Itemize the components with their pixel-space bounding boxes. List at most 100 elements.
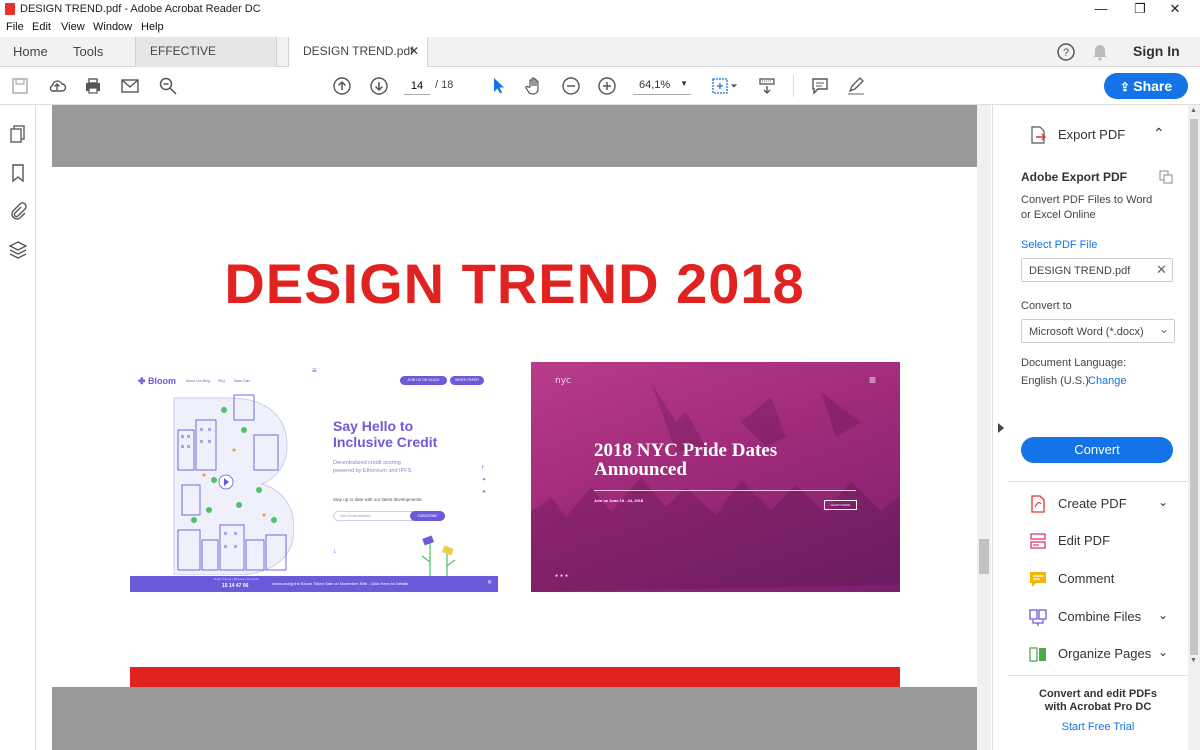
page-number-input[interactable] bbox=[404, 77, 430, 95]
close-tab-icon[interactable]: ✕ bbox=[409, 37, 419, 66]
fit-dropdown-arrow-icon[interactable] bbox=[728, 75, 740, 97]
selected-file-field[interactable]: DESIGN TREND.pdf ✕ bbox=[1021, 258, 1173, 282]
scrollbar-thumb[interactable] bbox=[1190, 119, 1198, 655]
email-icon[interactable] bbox=[119, 75, 141, 97]
scroll-up-arrow-icon[interactable]: ▲ bbox=[1190, 107, 1197, 114]
promo-line1: Convert and edit PDFs bbox=[1039, 688, 1157, 700]
bloom-nav-item: About Our Blog bbox=[186, 379, 210, 383]
menu-edit[interactable]: Edit bbox=[32, 21, 51, 33]
nyc-title-line1: 2018 NYC Pride Dates bbox=[594, 440, 778, 461]
nyc-subtitle: Join us June 15 - 24, 2018 bbox=[594, 498, 644, 503]
convert-button[interactable]: Convert bbox=[1021, 437, 1173, 463]
bloom-city-illustration bbox=[173, 394, 294, 575]
document-language-value: English (U.S.) bbox=[1021, 375, 1089, 387]
right-panel-toggle[interactable] bbox=[992, 105, 1008, 750]
comment-icon[interactable] bbox=[809, 75, 831, 97]
bloom-close-icon: ✕ bbox=[487, 580, 493, 586]
clear-file-icon[interactable]: ✕ bbox=[1156, 263, 1167, 277]
edit-pdf-icon bbox=[1030, 533, 1046, 549]
tab-home[interactable]: Home bbox=[13, 37, 48, 67]
export-pdf-icon bbox=[1031, 126, 1046, 144]
scrollbar-thumb[interactable] bbox=[979, 539, 989, 574]
hand-tool-icon[interactable] bbox=[523, 75, 545, 97]
zoom-level-dropdown[interactable]: 64,1% ▼ bbox=[633, 77, 691, 95]
tool-label: Comment bbox=[1058, 571, 1115, 586]
close-window-button[interactable]: ✕ bbox=[1160, 1, 1190, 17]
bloom-website-screenshot: ✤ Bloom About Our Blog FAQ Token Sale ≡ … bbox=[130, 362, 498, 592]
organize-pages-icon bbox=[1029, 647, 1046, 662]
export-pdf-header[interactable]: Export PDF bbox=[1058, 128, 1125, 142]
bookmark-icon[interactable] bbox=[8, 163, 28, 183]
page-gap-top bbox=[52, 105, 977, 167]
attachment-icon[interactable] bbox=[8, 201, 28, 221]
chevron-down-icon[interactable]: ⌄ bbox=[1158, 495, 1168, 509]
format-select[interactable]: Microsoft Word (*.docx) ⌄ bbox=[1021, 319, 1175, 343]
scroll-down-arrow-icon[interactable]: ▼ bbox=[1190, 657, 1197, 664]
layers-icon[interactable] bbox=[8, 240, 28, 260]
save-icon[interactable] bbox=[9, 75, 31, 97]
change-language-link[interactable]: Change bbox=[1088, 374, 1127, 388]
page-thumbnails-icon[interactable] bbox=[8, 124, 28, 144]
tool-comment[interactable]: Comment bbox=[1028, 566, 1188, 592]
chevron-down-icon[interactable]: ⌄ bbox=[1158, 645, 1168, 659]
bloom-subscribe-button: SUBSCRIBE bbox=[410, 511, 445, 521]
bloom-nav-item: Token Sale bbox=[232, 379, 251, 383]
tool-create-pdf[interactable]: Create PDF ⌄ bbox=[1028, 491, 1188, 517]
bloom-logo-icon: ✤ bbox=[138, 376, 149, 386]
bloom-announcement-text: Announcing the Bloom Token Sale on Novem… bbox=[272, 581, 409, 586]
share-icon: ⇪ bbox=[1119, 80, 1134, 94]
right-panel-scrollbar[interactable]: ▲ ▼ bbox=[1188, 105, 1200, 750]
acrobat-pro-promo: Convert and edit PDFs with Acrobat Pro D… bbox=[1008, 688, 1188, 714]
collapse-right-arrow-icon[interactable] bbox=[997, 423, 1005, 433]
start-free-trial-link[interactable]: Start Free Trial bbox=[1008, 721, 1188, 733]
minimize-button[interactable]: — bbox=[1086, 1, 1116, 16]
bloom-brand: Bloom bbox=[148, 376, 177, 386]
select-cursor-icon[interactable] bbox=[487, 75, 509, 97]
zoom-out-icon[interactable] bbox=[560, 75, 582, 97]
bloom-headline: Say Hello to Inclusive Credit bbox=[333, 418, 437, 450]
collapse-export-icon[interactable]: ⌃ bbox=[1153, 126, 1165, 140]
facebook-icon: f bbox=[482, 465, 484, 471]
menu-window[interactable]: Window bbox=[93, 21, 132, 33]
menu-file[interactable]: File bbox=[6, 21, 24, 33]
previous-page-icon[interactable] bbox=[331, 75, 353, 97]
next-slide-red-bar bbox=[130, 667, 900, 687]
tool-edit-pdf[interactable]: Edit PDF bbox=[1028, 528, 1188, 554]
zoom-in-icon[interactable] bbox=[596, 75, 618, 97]
help-icon[interactable]: ? bbox=[1056, 42, 1076, 62]
zoom-level-value: 64,1% bbox=[639, 79, 671, 91]
nyc-divider bbox=[594, 490, 856, 491]
menu-help[interactable]: Help bbox=[141, 21, 164, 33]
bloom-countdown: 15 14 47 06 bbox=[222, 583, 249, 589]
menu-view[interactable]: View bbox=[61, 21, 85, 33]
notification-bell-icon[interactable] bbox=[1090, 42, 1110, 62]
document-scrollbar[interactable] bbox=[977, 105, 991, 750]
upload-cloud-icon[interactable] bbox=[46, 75, 68, 97]
tool-combine-files[interactable]: Combine Files ⌄ bbox=[1028, 604, 1188, 630]
document-viewer[interactable]: DESIGN TREND 2018 ✤ Bloom About Our Blog… bbox=[36, 105, 992, 750]
share-button[interactable]: ⇪ Share bbox=[1104, 73, 1188, 99]
combine-files-icon bbox=[1029, 609, 1047, 626]
next-page-icon[interactable] bbox=[368, 75, 390, 97]
adobe-export-title: Adobe Export PDF bbox=[1021, 170, 1128, 184]
scroll-mode-icon[interactable] bbox=[756, 75, 778, 97]
tab-tools[interactable]: Tools bbox=[73, 37, 103, 67]
convert-to-label: Convert to bbox=[1021, 300, 1072, 312]
title-bar: DESIGN TREND.pdf - Adobe Acrobat Reader … bbox=[0, 0, 1200, 19]
bloom-nav: About Our Blog FAQ Token Sale bbox=[186, 379, 256, 383]
tab-effective-presentation[interactable]: EFFECTIVE PRESEN... bbox=[135, 37, 277, 87]
page-heading: DESIGN TREND 2018 bbox=[224, 252, 805, 315]
search-zoom-icon[interactable] bbox=[157, 75, 179, 97]
tool-organize-pages[interactable]: Organize Pages ⌄ bbox=[1028, 641, 1188, 667]
sign-in-button[interactable]: Sign In bbox=[1133, 37, 1180, 67]
restore-button[interactable]: ❐ bbox=[1125, 1, 1155, 17]
highlight-pen-icon[interactable] bbox=[845, 75, 867, 97]
select-pdf-file-link[interactable]: Select PDF File bbox=[1021, 238, 1097, 252]
print-icon[interactable] bbox=[82, 75, 104, 97]
comment-tool-icon bbox=[1030, 572, 1046, 587]
bloom-subheadline: Decentralized credit scoring powered by … bbox=[333, 459, 411, 475]
promo-line2: with Acrobat Pro DC bbox=[1044, 701, 1152, 713]
tab-design-trend[interactable]: DESIGN TREND.pdf ✕ bbox=[288, 37, 428, 68]
chevron-down-icon[interactable]: ⌄ bbox=[1158, 608, 1168, 622]
tool-label: Create PDF bbox=[1058, 496, 1127, 511]
